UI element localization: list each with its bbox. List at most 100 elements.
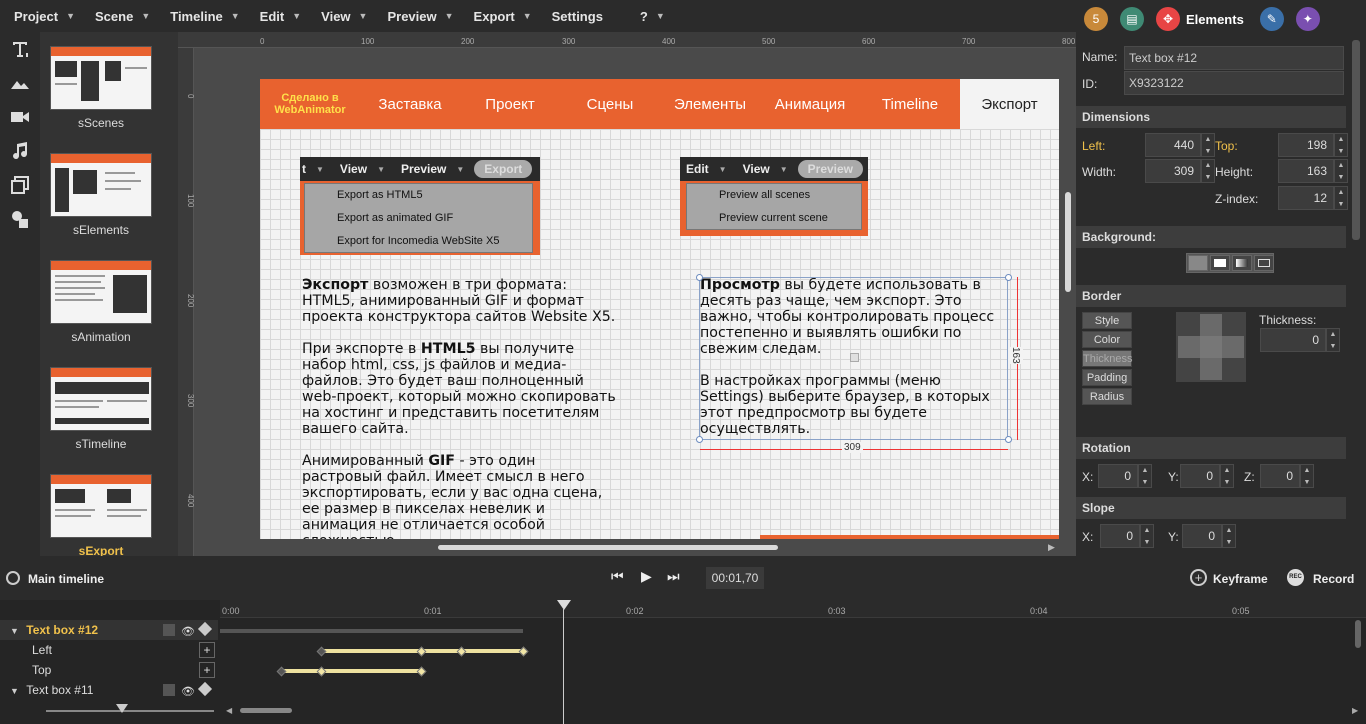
top-spinner[interactable]: ▲ ▼ — [1334, 133, 1348, 157]
collapse-icon[interactable]: ▼ — [10, 626, 19, 636]
slope-y-spinner[interactable]: ▲ ▼ — [1222, 524, 1236, 548]
element-duration-bar[interactable] — [220, 629, 523, 633]
resize-handle[interactable] — [1005, 436, 1012, 443]
site-nav-item[interactable]: Заставка — [360, 96, 460, 113]
eye-icon[interactable]: 👁 — [181, 682, 195, 702]
move-handle-icon[interactable] — [850, 353, 859, 362]
scroll-right-icon[interactable]: ▶ — [1352, 706, 1358, 715]
track-textbox-12[interactable]: ▼ Text box #12 👁 — [0, 620, 218, 640]
text-box-export[interactable]: Экспорт возможен в три формата: HTML5, а… — [302, 277, 620, 539]
thickness-field[interactable]: 0 — [1260, 328, 1326, 352]
thickness-spinner[interactable]: ▲ ▼ — [1326, 328, 1340, 352]
effects-tab-icon[interactable]: ✎ — [1259, 7, 1284, 31]
eye-icon[interactable]: 👁 — [181, 622, 195, 642]
border-bottom-side[interactable] — [1200, 358, 1222, 380]
tab-elements-label[interactable]: Elements — [1186, 12, 1244, 27]
resize-handle[interactable] — [696, 274, 703, 281]
border-right-side[interactable] — [1222, 336, 1244, 358]
stage-horizontal-scrollbar[interactable] — [438, 545, 778, 550]
site-nav-item[interactable]: Сцены — [560, 96, 660, 113]
scene-thumbnail-selected[interactable]: sExport — [50, 474, 152, 558]
menu-scene[interactable]: Scene ▼ — [81, 0, 156, 32]
add-property-icon[interactable]: + — [199, 662, 215, 678]
site-nav-item-active[interactable]: Экспорт — [960, 79, 1059, 129]
timeline-ruler[interactable]: 0:00 0:01 0:02 0:03 0:04 0:05 — [220, 600, 1366, 618]
top-field[interactable]: 198 — [1278, 133, 1334, 157]
bg-gradient-icon[interactable] — [1232, 255, 1252, 271]
add-property-icon[interactable]: + — [199, 642, 215, 658]
site-nav-item[interactable]: Анимация — [760, 96, 860, 113]
rewind-icon[interactable]: ⏮ — [611, 568, 624, 585]
slope-y-field[interactable]: 0 — [1182, 524, 1222, 548]
zoom-slider[interactable] — [46, 710, 214, 712]
timeline-horizontal-scrollbar[interactable] — [240, 708, 292, 713]
stage-vertical-scrollbar[interactable] — [1065, 192, 1071, 292]
rotation-y-field[interactable]: 0 — [1180, 464, 1220, 488]
width-field[interactable]: 309 — [1145, 159, 1201, 183]
keyframe-button[interactable]: Keyframe — [1213, 572, 1268, 586]
border-radius-button[interactable]: Radius — [1082, 388, 1132, 405]
record-icon[interactable]: REC — [1287, 569, 1304, 586]
scene-thumbnail[interactable]: sAnimation — [50, 260, 152, 344]
menu-project[interactable]: Project ▼ — [0, 0, 81, 32]
play-icon[interactable]: ▶ — [641, 568, 652, 585]
lock-icon[interactable] — [163, 684, 175, 696]
id-field[interactable]: X9323122 — [1124, 71, 1344, 95]
top-animation-segment[interactable] — [282, 669, 422, 673]
scroll-right-icon[interactable]: ▶ — [1048, 542, 1055, 553]
zindex-field[interactable]: 12 — [1278, 186, 1334, 210]
border-sides-selector[interactable] — [1176, 312, 1246, 382]
audio-tool-icon[interactable] — [0, 134, 40, 168]
scene-canvas[interactable]: Сделано в WebAnimator Заставка Проект Сц… — [260, 79, 1059, 539]
menu-edit[interactable]: Edit ▼ — [246, 0, 307, 32]
resize-handle[interactable] — [696, 436, 703, 443]
playhead[interactable] — [563, 608, 564, 724]
border-thickness-button[interactable]: Thickness — [1082, 350, 1133, 367]
height-field[interactable]: 163 — [1278, 159, 1334, 183]
menu-preview[interactable]: Preview ▼ — [373, 0, 459, 32]
rotation-z-spinner[interactable]: ▲ ▼ — [1300, 464, 1314, 488]
zindex-spinner[interactable]: ▲ ▼ — [1334, 186, 1348, 210]
border-all-sides[interactable] — [1200, 336, 1222, 358]
rotation-x-spinner[interactable]: ▲ ▼ — [1138, 464, 1152, 488]
layers-tool-icon[interactable] — [0, 168, 40, 202]
rotation-y-spinner[interactable]: ▲ ▼ — [1220, 464, 1234, 488]
border-left-side[interactable] — [1178, 336, 1200, 358]
slope-x-spinner[interactable]: ▲ ▼ — [1140, 524, 1154, 548]
site-nav-item[interactable]: Timeline — [860, 96, 960, 113]
time-display[interactable]: 00:01,70 — [706, 567, 764, 589]
site-nav-item[interactable]: Элементы — [660, 96, 760, 113]
left-spinner[interactable]: ▲ ▼ — [1201, 133, 1215, 157]
track-left[interactable]: Left + — [0, 640, 218, 660]
add-keyframe-icon[interactable]: + — [1190, 569, 1207, 586]
border-color-button[interactable]: Color — [1082, 331, 1132, 348]
keyframe[interactable] — [518, 646, 529, 657]
track-textbox-11[interactable]: ▼ Text box #11 👁 — [0, 680, 218, 700]
rotation-z-field[interactable]: 0 — [1260, 464, 1300, 488]
elements-tab-icon[interactable]: ✥ — [1156, 7, 1180, 31]
record-button[interactable]: Record — [1313, 572, 1354, 586]
properties-scrollbar[interactable] — [1352, 40, 1360, 240]
scene-thumbnail[interactable]: sTimeline — [50, 367, 152, 451]
border-top-side[interactable] — [1200, 314, 1222, 336]
scene-tab-icon[interactable]: ▤ — [1120, 7, 1144, 31]
scene-thumbnail[interactable]: sScenes — [50, 46, 152, 130]
html5-tab-icon[interactable]: 5 — [1084, 7, 1108, 31]
text-tool-icon[interactable] — [0, 32, 40, 66]
scene-thumbnail[interactable]: sElements — [50, 153, 152, 237]
animation-tab-icon[interactable]: ✦ — [1295, 7, 1320, 31]
name-field[interactable]: Text box #12 — [1124, 46, 1344, 70]
menu-view[interactable]: View ▼ — [307, 0, 373, 32]
menu-help[interactable]: ? ▼ — [626, 0, 671, 32]
width-spinner[interactable]: ▲ ▼ — [1201, 159, 1215, 183]
collapse-icon[interactable]: ▼ — [10, 686, 19, 696]
bg-image-icon[interactable] — [1254, 255, 1274, 271]
keyframe-diamond-icon[interactable] — [197, 681, 213, 697]
site-nav-item[interactable]: Проект — [460, 96, 560, 113]
forward-icon[interactable]: ⏭ — [667, 568, 680, 585]
timeline-title[interactable]: Main timeline — [28, 572, 104, 586]
lock-icon[interactable] — [163, 624, 175, 636]
bg-none-icon[interactable] — [1188, 255, 1208, 271]
menu-settings[interactable]: Settings▼ — [538, 0, 626, 32]
zoom-slider-handle[interactable] — [116, 704, 128, 713]
